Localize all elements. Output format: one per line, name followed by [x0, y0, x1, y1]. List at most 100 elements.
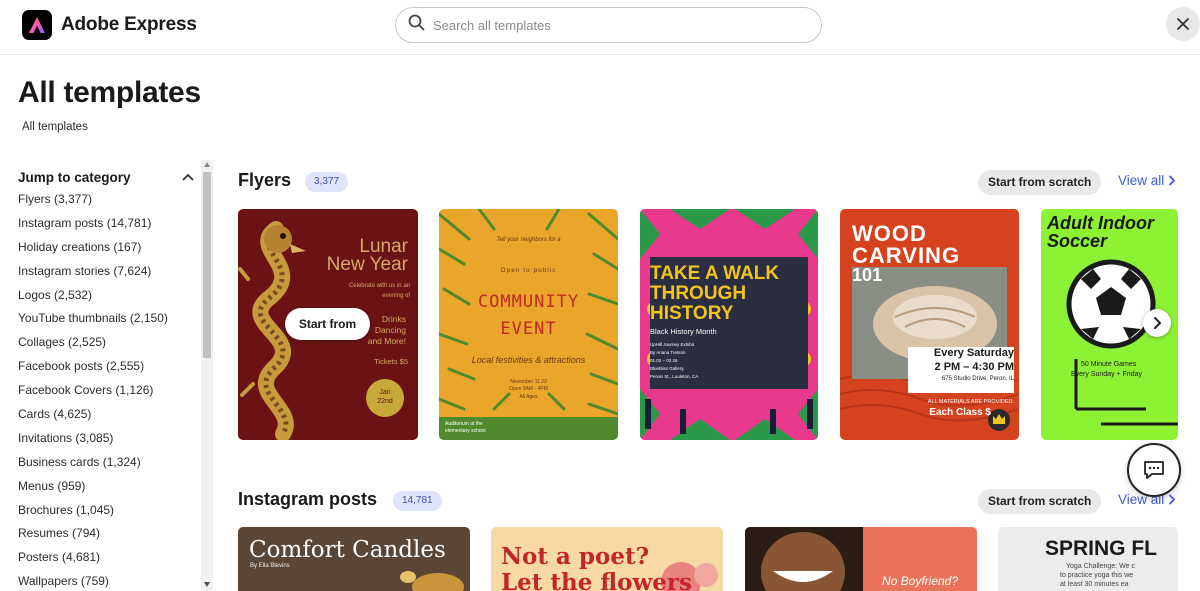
card-text: elementary school	[445, 428, 486, 434]
card-text: Not a poet?	[501, 543, 650, 570]
category-link-business-cards[interactable]: Business cards (1,324)	[18, 454, 198, 478]
flyers-section-header: Flyers 3,377 Start from scratch View all	[238, 168, 1178, 198]
count-badge-instagram-posts: 14,781	[393, 491, 442, 511]
card-text: Open to public	[500, 267, 557, 274]
card-text: Jan	[379, 389, 391, 396]
search-bar[interactable]	[395, 7, 822, 43]
card-text: COMMUNITY	[477, 292, 580, 312]
card-text: By Ella Blevins	[250, 563, 290, 569]
carousel-next-button[interactable]	[1143, 309, 1171, 337]
category-link-facebook-covers[interactable]: Facebook Covers (1,126)	[18, 382, 198, 406]
card-text: Bluebliss Gallery,	[650, 366, 685, 371]
card-text: SPRING FL	[1045, 537, 1158, 560]
search-input[interactable]	[433, 17, 793, 33]
category-link-brochures[interactable]: Brochures (1,045)	[18, 502, 198, 526]
close-button[interactable]	[1166, 7, 1200, 41]
card-text: Comfort Candles	[249, 537, 446, 563]
start-from-scratch-button-instagram-posts[interactable]: Start from scratch	[978, 489, 1102, 514]
category-link-posters[interactable]: Posters (4,681)	[18, 549, 198, 573]
card-text: 101	[852, 265, 883, 285]
card-text: 01.02 – 02.26	[650, 358, 678, 363]
card-text: New Year	[326, 254, 408, 275]
view-all-link-flyers[interactable]: View all	[1118, 173, 1176, 188]
card-text: Every Sunday + Friday	[1071, 371, 1143, 378]
sidebar-scrollbar[interactable]	[201, 160, 213, 591]
card-text: Tell your neighbors for a	[496, 237, 561, 243]
brand[interactable]: Adobe Express	[22, 10, 197, 40]
search-icon	[408, 14, 425, 36]
card-text: Yoga Challenge: We c	[1066, 563, 1135, 570]
category-link-instagram-posts[interactable]: Instagram posts (14,781)	[18, 215, 198, 239]
card-text: Tickets $5	[374, 357, 408, 366]
section-title-instagram-posts: Instagram posts	[238, 489, 378, 509]
card-text: to practice yoga this we	[1060, 572, 1134, 579]
template-card-not-a-poet[interactable]: Not a poet? Let the flowers	[491, 527, 723, 591]
template-card-wood-carving[interactable]: WOOD CARVING 101 Every Saturday 2 PM – 4…	[840, 209, 1019, 440]
next-arrow-icon	[1154, 317, 1161, 329]
category-link-holiday-creations[interactable]: Holiday creations (167)	[18, 239, 198, 263]
chevron-right-icon	[1169, 175, 1175, 186]
card-text: No Boyfriend?	[881, 574, 959, 588]
category-link-collages[interactable]: Collages (2,525)	[18, 334, 198, 358]
card-text: EVENT	[500, 319, 557, 339]
scroll-down-arrow-icon[interactable]	[204, 582, 210, 587]
category-link-cards[interactable]: Cards (4,625)	[18, 406, 198, 430]
chat-icon	[1144, 461, 1164, 479]
card-text: TAKE A WALK	[650, 263, 780, 284]
jump-to-category-header[interactable]: Jump to category	[18, 168, 198, 186]
page-title: All templates	[18, 76, 201, 109]
card-text: at least 30 minutes ea	[1060, 581, 1129, 588]
category-list: Flyers (3,377) Instagram posts (14,781) …	[18, 191, 198, 591]
adobe-express-logo-icon	[22, 10, 52, 40]
chevron-right-icon	[1169, 494, 1175, 505]
category-link-logos[interactable]: Logos (2,532)	[18, 287, 198, 311]
chevron-up-icon[interactable]	[182, 173, 194, 181]
template-card-spring-fling-yoga[interactable]: SPRING FL Yoga Challenge: We c to practi…	[998, 527, 1178, 591]
card-text: Peroin St., Louleton, CA	[650, 374, 699, 379]
card-text: Drinks	[381, 314, 406, 324]
card-text: UpHill Journey Exhibit	[650, 342, 695, 347]
card-text: Celebrate with us in an	[348, 283, 410, 289]
card-text: evening of	[382, 293, 410, 299]
card-text: All Ages	[519, 394, 538, 400]
chat-button[interactable]	[1127, 443, 1181, 497]
card-text: 22nd	[377, 398, 393, 405]
category-link-flyers[interactable]: Flyers (3,377)	[18, 191, 198, 215]
start-from-button[interactable]: Start from	[285, 308, 370, 340]
card-text: ALL MATERIALS ARE PROVIDED.	[927, 399, 1014, 405]
view-all-label: View all	[1118, 173, 1165, 188]
card-text: 675 Studio Drive, Peron, IL	[941, 376, 1014, 382]
card-text: Every Saturday	[933, 347, 1014, 359]
category-link-instagram-stories[interactable]: Instagram stories (7,624)	[18, 263, 198, 287]
category-sidebar: Jump to category Flyers (3,377) Instagra…	[18, 168, 198, 591]
card-text: THROUGH	[650, 283, 747, 304]
category-link-menus[interactable]: Menus (959)	[18, 478, 198, 502]
template-card-comfort-candles[interactable]: Comfort Candles By Ella Blevins	[238, 527, 470, 591]
breadcrumb[interactable]: All templates	[22, 121, 88, 133]
template-card-no-boyfriend[interactable]: No Boyfriend?	[745, 527, 977, 591]
card-text: Open 9AM - 4PM	[509, 386, 548, 392]
category-link-invitations[interactable]: Invitations (3,085)	[18, 430, 198, 454]
card-text: Local festivities & attractions	[471, 355, 586, 365]
scroll-up-arrow-icon[interactable]	[204, 162, 210, 167]
top-bar: Adobe Express	[0, 0, 1200, 55]
scrollbar-thumb[interactable]	[203, 172, 211, 358]
close-icon	[1177, 18, 1189, 30]
start-from-scratch-button-flyers[interactable]: Start from scratch	[978, 170, 1102, 195]
card-text: 50 Minute Games	[1081, 361, 1137, 368]
template-card-lunar-new-year[interactable]: Lunar New Year Celebrate with us in an e…	[238, 209, 418, 440]
category-link-youtube-thumbnails[interactable]: YouTube thumbnails (2,150)	[18, 310, 198, 334]
instagram-posts-section-header: Instagram posts 14,781 Start from scratc…	[238, 487, 1178, 517]
card-text: HISTORY	[650, 303, 734, 324]
template-card-community-event[interactable]: Tell your neighbors for a Open to public…	[439, 209, 618, 440]
template-card-take-a-walk-through-history[interactable]: TAKE A WALK THROUGH HISTORY Black Histor…	[640, 209, 818, 440]
category-link-facebook-posts[interactable]: Facebook posts (2,555)	[18, 358, 198, 382]
card-text: 2 PM – 4:30 PM	[934, 361, 1014, 373]
category-link-wallpapers[interactable]: Wallpapers (759)	[18, 573, 198, 591]
category-link-resumes[interactable]: Resumes (794)	[18, 525, 198, 549]
card-text: Soccer	[1047, 231, 1108, 251]
card-text: Let the flowers	[501, 569, 692, 591]
app-name: Adobe Express	[61, 14, 197, 35]
section-title-flyers: Flyers	[238, 170, 292, 190]
jump-to-category-title: Jump to category	[18, 169, 131, 185]
